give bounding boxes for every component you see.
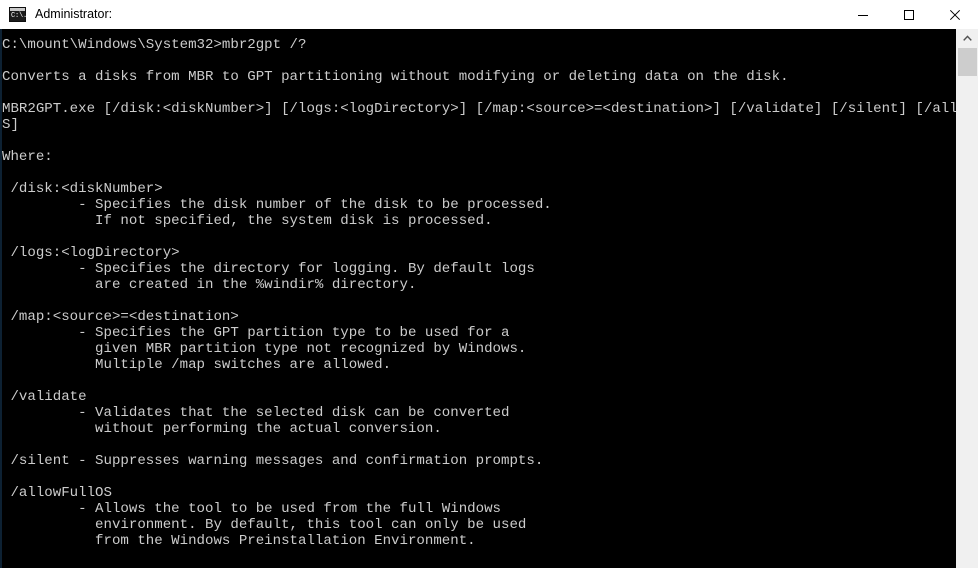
console-icon-titlebar bbox=[10, 8, 25, 11]
scrollbar-thumb[interactable] bbox=[958, 48, 977, 76]
console-icon: C:\. bbox=[9, 7, 28, 22]
console-window: C:\. Administrator: C:\mount\Windows\Sys… bbox=[0, 0, 978, 568]
console-text: C:\mount\Windows\System32>mbr2gpt /? Con… bbox=[2, 37, 956, 549]
title-bar-left: C:\. Administrator: bbox=[0, 0, 840, 29]
window-title: Administrator: bbox=[35, 7, 113, 21]
maximize-button[interactable] bbox=[886, 0, 932, 29]
close-button[interactable] bbox=[932, 0, 978, 29]
vertical-scrollbar[interactable] bbox=[956, 29, 978, 568]
minimize-button[interactable] bbox=[840, 0, 886, 29]
window-controls bbox=[840, 0, 978, 29]
console-screen[interactable]: C:\mount\Windows\System32>mbr2gpt /? Con… bbox=[0, 29, 956, 568]
title-bar[interactable]: C:\. Administrator: bbox=[0, 0, 978, 29]
console-icon-glyph: C:\. bbox=[11, 12, 28, 20]
scroll-up-arrow-icon[interactable] bbox=[957, 29, 978, 47]
console-output-area[interactable]: C:\mount\Windows\System32>mbr2gpt /? Con… bbox=[0, 29, 978, 568]
